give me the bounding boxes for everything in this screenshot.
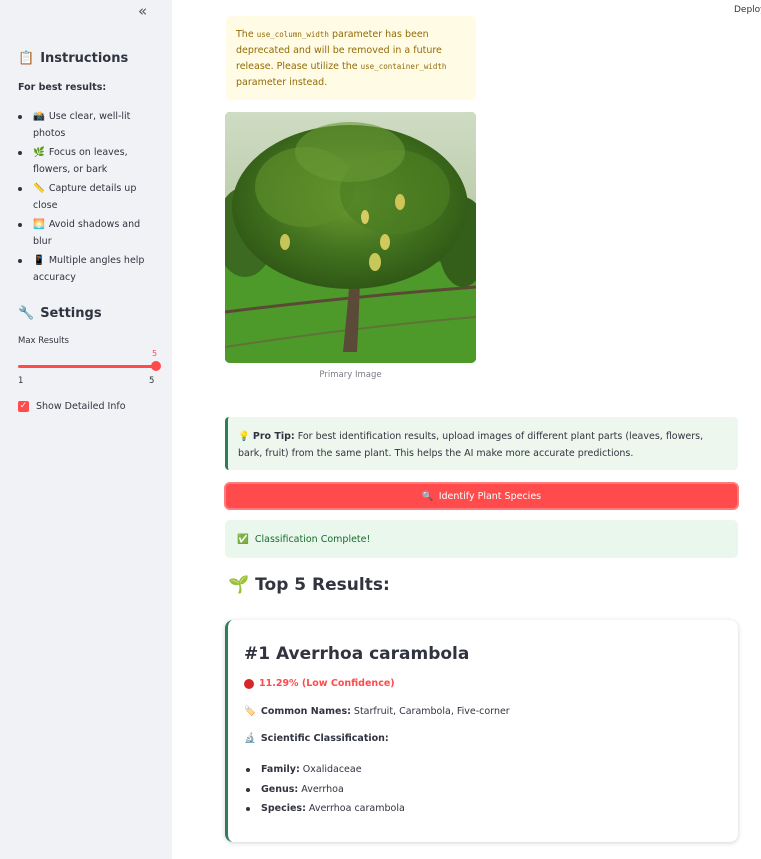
sunrise-icon: 🌅 (33, 219, 45, 230)
taxonomy-species: Species: Averrhoa carambola (244, 799, 405, 819)
tag-icon: 🏷️ (244, 706, 256, 717)
max-results-slider-thumb[interactable] (151, 361, 161, 371)
tip-item: 📏 Capture details up close (18, 180, 158, 214)
warning-code: use_column_width (256, 30, 329, 39)
slider-min-label: 1 (18, 376, 24, 386)
taxonomy-label: Family: (261, 764, 300, 775)
identify-button-label: Identify Plant Species (438, 490, 542, 502)
taxonomy-label: Genus: (261, 783, 299, 795)
pro-tip-text: For best identification results, upload … (238, 431, 704, 459)
taxonomy-genus: Genus: Averrhoa (244, 780, 405, 800)
common-names-label: Common Names: (260, 706, 351, 717)
show-detailed-info-label: Show Detailed Info (36, 401, 126, 412)
taxonomy-value: Oxalidaceae (299, 764, 362, 775)
tip-text: Use clear, well-lit photos (33, 111, 131, 139)
deploy-button[interactable]: Deploy (734, 5, 761, 15)
max-results-value: 5 (152, 349, 158, 358)
ruler-icon: 📏 (33, 183, 45, 194)
confidence-line: 11.29% (Low Confidence) (244, 678, 395, 689)
scientific-classification-label: Scientific Classification: (260, 733, 389, 744)
tip-text: Capture details up close (33, 183, 137, 211)
camera-icon: 📸 (33, 111, 45, 122)
tip-item: 📱 Multiple angles help accuracy (18, 252, 158, 286)
result-title: #1 Averrhoa carambola (244, 644, 470, 664)
lightbulb-icon: 💡 (238, 431, 250, 442)
settings-title: Settings (40, 306, 102, 321)
collapse-sidebar-icon[interactable]: « (138, 2, 147, 20)
scientific-classification-heading: 🔬 Scientific Classification: (244, 733, 389, 744)
max-results-slider-track[interactable] (18, 365, 156, 368)
success-text: Classification Complete! (254, 533, 371, 545)
confidence-text: 11.29% (Low Confidence) (259, 678, 395, 689)
microscope-icon: 🔬 (244, 733, 256, 744)
warning-code: use_container_width (360, 62, 447, 71)
settings-heading: 🔧 Settings (18, 306, 102, 321)
taxonomy-value: Averrhoa (298, 783, 344, 795)
slider-max-label: 5 (149, 376, 155, 386)
identify-plant-species-button[interactable]: 🔍 Identify Plant Species (224, 482, 739, 510)
magnifier-icon: 🔍 (421, 490, 434, 502)
taxonomy-family: Family: Oxalidaceae (244, 760, 405, 780)
deprecation-warning: The use_column_width parameter has been … (226, 16, 476, 100)
image-caption: Primary Image (319, 370, 382, 380)
taxonomy-list: Family: Oxalidaceae Genus: Averrhoa Spec… (244, 760, 405, 819)
tree-photo-illustration (225, 112, 476, 363)
tip-item: 🌿 Focus on leaves, flowers, or bark (18, 144, 158, 178)
results-title: Top 5 Results: (255, 575, 390, 595)
results-heading: 🌱 Top 5 Results: (228, 575, 390, 595)
instructions-heading: 📋 Instructions (18, 51, 128, 66)
check-icon: ✅ (237, 533, 249, 545)
tip-item: 📸 Use clear, well-lit photos (18, 108, 158, 142)
seedling-icon: 🌱 (228, 575, 250, 595)
instructions-title: Instructions (40, 51, 129, 66)
tip-text: Avoid shadows and blur (33, 219, 141, 247)
warning-text: parameter instead. (236, 77, 328, 88)
warning-text: The (236, 29, 257, 40)
common-names-value: Starfruit, Carambola, Five-corner (350, 706, 510, 717)
tip-item: 🌅 Avoid shadows and blur (18, 216, 158, 250)
phone-icon: 📱 (33, 255, 45, 266)
result-card: #1 Averrhoa carambola 11.29% (Low Confid… (225, 620, 738, 842)
tip-text: Focus on leaves, flowers, or bark (33, 147, 128, 175)
primary-plant-image (225, 112, 476, 363)
tip-text: Multiple angles help accuracy (33, 255, 145, 283)
clipboard-icon: 📋 (18, 51, 35, 66)
checkbox-checked-icon[interactable]: ✓ (18, 401, 29, 412)
wrench-icon: 🔧 (18, 306, 35, 321)
show-detailed-info-checkbox[interactable]: ✓ Show Detailed Info (18, 401, 126, 412)
taxonomy-label: Species: (261, 803, 306, 814)
leaf-icon: 🌿 (33, 147, 45, 158)
pro-tip-box: 💡 Pro Tip: For best identification resul… (225, 417, 738, 470)
pro-tip-label: Pro Tip: (252, 431, 295, 442)
red-circle-icon (244, 678, 254, 689)
classification-success-alert: ✅ Classification Complete! (225, 520, 738, 558)
max-results-label: Max Results (18, 336, 69, 346)
common-names-line: 🏷️ Common Names: Starfruit, Carambola, F… (244, 706, 510, 717)
best-results-label: For best results: (18, 82, 107, 93)
taxonomy-value: Averrhoa carambola (305, 803, 405, 814)
sidebar: « 📋 Instructions For best results: 📸 Use … (0, 0, 172, 859)
tips-list: 📸 Use clear, well-lit photos 🌿 Focus on le… (18, 108, 158, 288)
